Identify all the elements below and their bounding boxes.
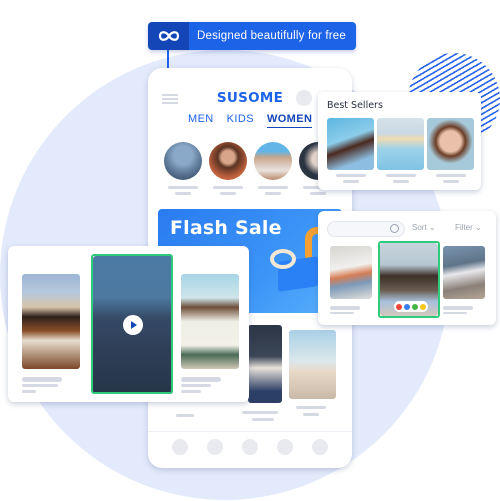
skeleton-line (220, 192, 236, 195)
chevron-down-icon: ⌄ (475, 223, 482, 232)
skeleton-line (330, 306, 360, 310)
product-photo[interactable] (289, 330, 336, 399)
product-photo[interactable] (181, 274, 239, 369)
skeleton-line (303, 413, 319, 416)
tab-men[interactable]: MEN (188, 113, 214, 128)
skeleton-line (213, 186, 243, 189)
filter-results-card: Sort ⌄ Filter ⌄ (318, 211, 496, 325)
skeleton-line (342, 180, 359, 183)
swatch-yellow[interactable] (420, 303, 426, 310)
swatch-blue[interactable] (404, 303, 410, 310)
tab-kids[interactable]: KIDS (227, 113, 254, 128)
tab-women[interactable]: WOMEN (266, 113, 313, 128)
chevron-down-icon: ⌄ (428, 223, 436, 232)
best-sellers-card: Best Sellers (318, 92, 481, 190)
skeleton-line (310, 192, 326, 195)
skeleton-line (168, 186, 198, 189)
story-circles (164, 142, 337, 195)
skeleton-line (181, 377, 221, 382)
product-photo (427, 118, 474, 170)
video-carousel-card (8, 246, 249, 402)
product-photo (377, 118, 424, 170)
story-photo (164, 142, 202, 180)
skeleton-line (443, 306, 473, 310)
badge-connector (167, 50, 169, 68)
badge-text: Designed beautifully for free (189, 22, 356, 50)
swatch-green[interactable] (412, 303, 418, 310)
gift-bow-graphic (270, 249, 296, 269)
skeleton-line (443, 312, 467, 314)
best-seller-item[interactable] (427, 118, 474, 183)
nav-icon-1[interactable] (172, 439, 188, 455)
skeleton-line (265, 192, 281, 195)
selected-product-frame (378, 241, 440, 318)
nav-icon-4[interactable] (277, 439, 293, 455)
skeleton-line (330, 312, 354, 314)
skeleton-line (22, 384, 58, 387)
best-sellers-list (327, 118, 474, 183)
nav-icon-3[interactable] (242, 439, 258, 455)
product-photo[interactable] (330, 246, 372, 299)
skeleton-line (442, 180, 459, 183)
play-icon[interactable] (123, 315, 143, 335)
bottom-nav (172, 439, 328, 455)
skeleton-line (242, 411, 278, 414)
infinity-icon (148, 22, 189, 50)
sort-dropdown[interactable]: Sort ⌄ (412, 223, 436, 232)
skeleton-line (22, 377, 62, 382)
product-photo[interactable] (248, 325, 282, 403)
skeleton-line (252, 418, 274, 421)
product-photo (327, 118, 374, 170)
category-tabs: MEN KIDS WOMEN (188, 113, 313, 128)
story-item[interactable] (209, 142, 247, 195)
skeleton-line (175, 192, 191, 195)
swatch-red[interactable] (396, 303, 402, 310)
skeleton-line (176, 414, 194, 417)
skeleton-line (181, 390, 201, 393)
promo-badge: Designed beautifully for free (148, 22, 356, 50)
product-photo[interactable] (443, 246, 485, 299)
color-swatches (394, 301, 428, 312)
story-photo (209, 142, 247, 180)
story-item[interactable] (254, 142, 292, 195)
nav-icon-5[interactable] (312, 439, 328, 455)
bottom-nav-divider (148, 431, 352, 432)
filter-label: Filter (455, 223, 473, 232)
story-photo (254, 142, 292, 180)
filter-dropdown[interactable]: Filter ⌄ (455, 223, 482, 232)
skeleton-line (22, 390, 36, 393)
story-item[interactable] (164, 142, 202, 195)
skeleton-line (258, 186, 288, 189)
search-icon (390, 224, 399, 233)
skeleton-line (181, 384, 211, 387)
skeleton-line (385, 174, 416, 177)
skeleton-line (392, 180, 409, 183)
skeleton-line (296, 406, 326, 409)
avatar[interactable] (296, 90, 312, 106)
skeleton-line (335, 174, 366, 177)
best-seller-item[interactable] (377, 118, 424, 183)
sort-label: Sort (412, 223, 427, 232)
product-photo[interactable] (22, 274, 80, 369)
nav-icon-2[interactable] (207, 439, 223, 455)
search-input[interactable] (327, 221, 405, 237)
best-sellers-title: Best Sellers (327, 100, 383, 111)
banner-title: Flash Sale (170, 217, 282, 239)
best-seller-item[interactable] (327, 118, 374, 183)
skeleton-line (435, 174, 466, 177)
